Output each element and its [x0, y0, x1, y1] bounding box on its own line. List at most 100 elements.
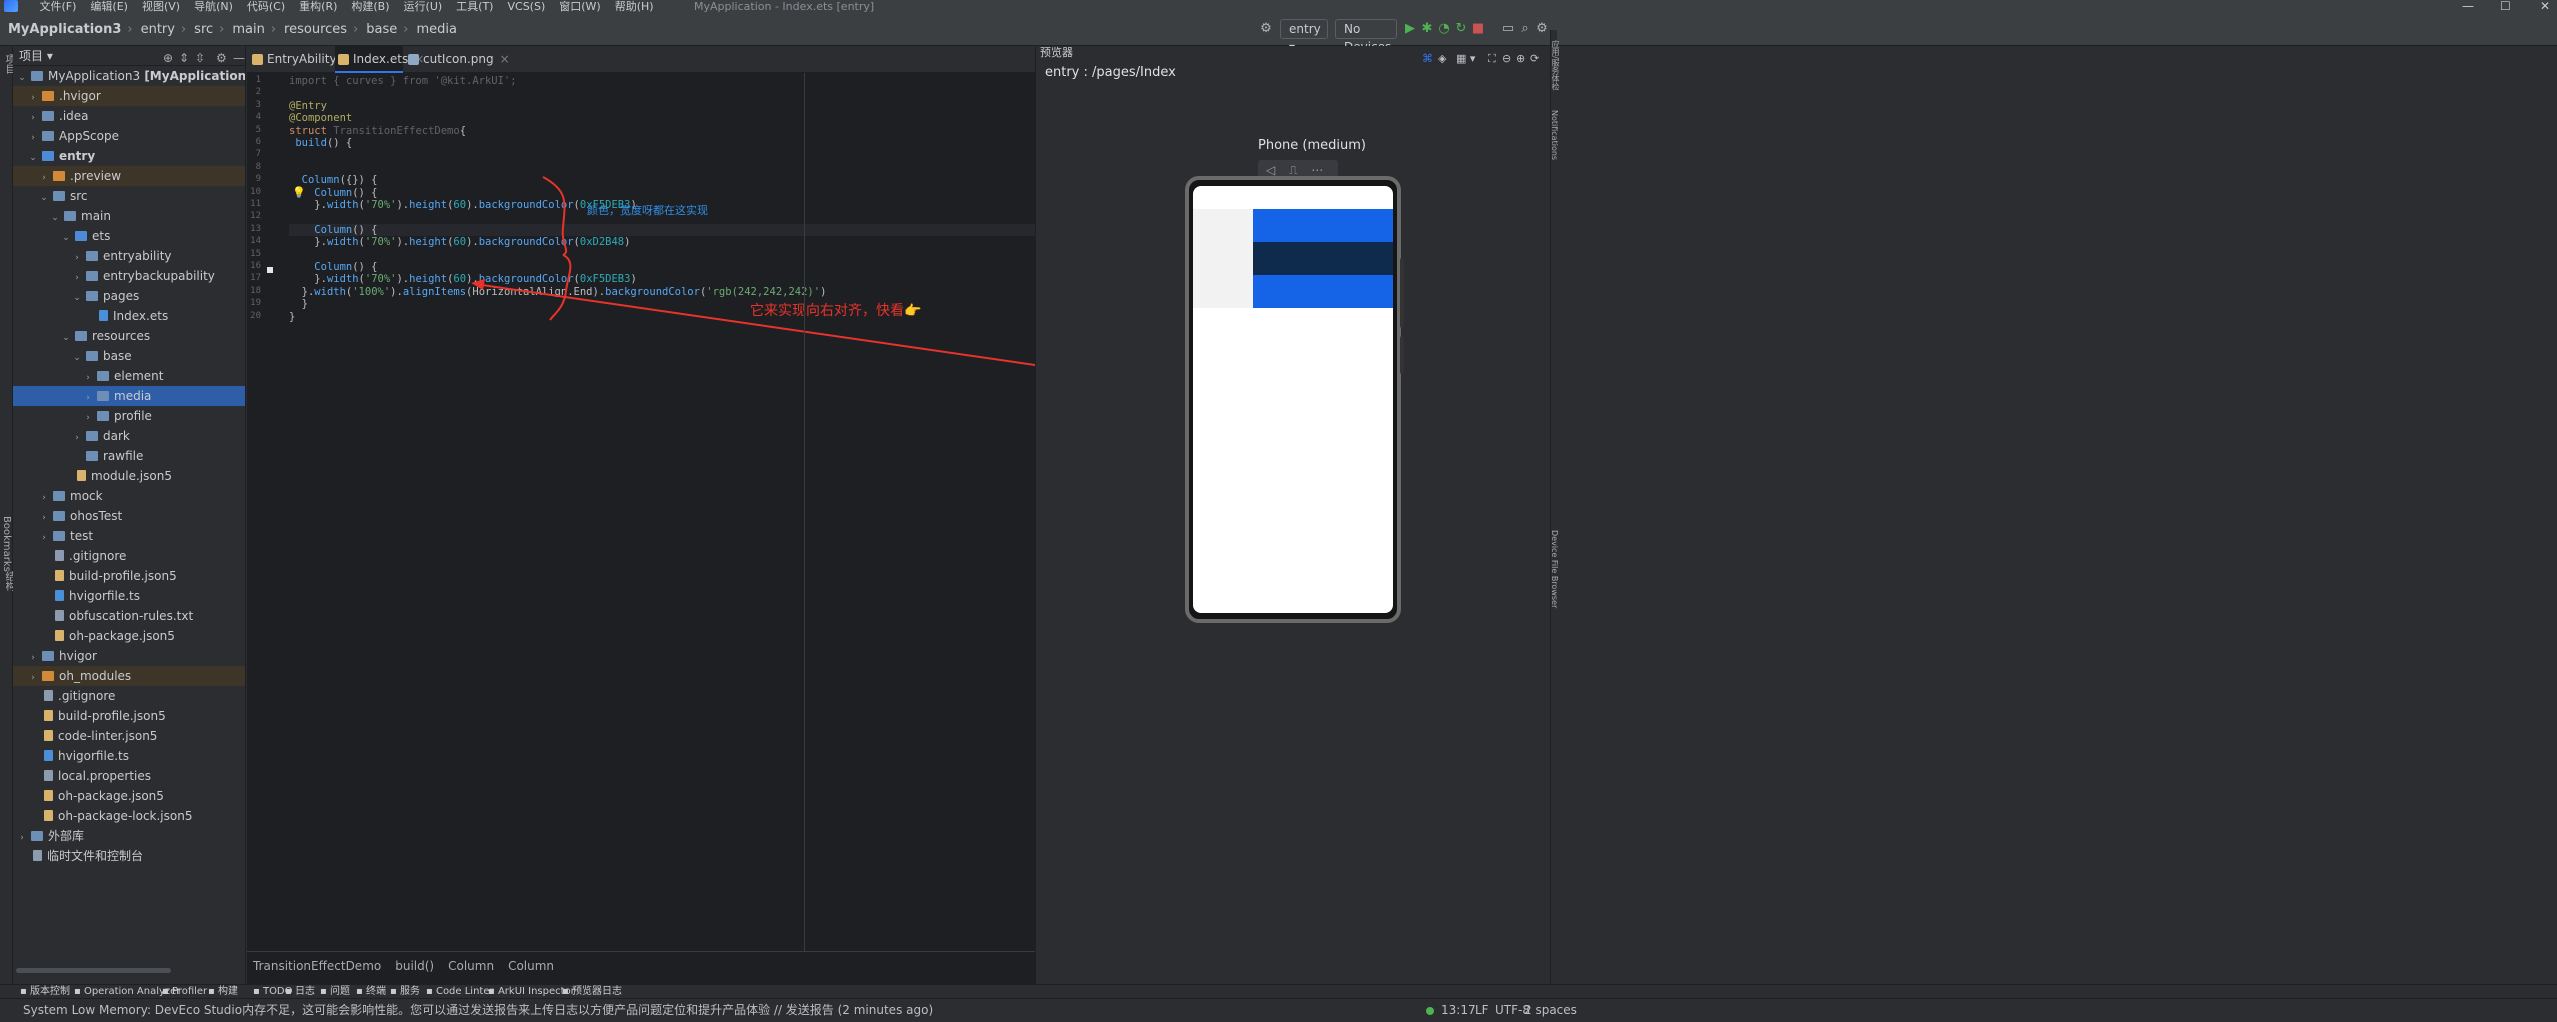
profile-icon[interactable]: ◔: [1436, 21, 1452, 37]
fit-icon[interactable]: ⛶: [1488, 52, 1496, 66]
breadcrumb-item[interactable]: entry: [141, 22, 175, 37]
tree-row[interactable]: module.json5: [13, 466, 245, 486]
editor-breadcrumb-item[interactable]: TransitionEffectDemo: [253, 959, 381, 973]
tree-row[interactable]: code-linter.json5: [13, 726, 245, 746]
bookmarks-tool-label[interactable]: Bookmarks: [1, 516, 12, 572]
tree-row[interactable]: Index.ets: [13, 306, 245, 326]
line-separator[interactable]: LF: [1475, 999, 1489, 1021]
tree-row[interactable]: › oh_modules: [13, 666, 245, 686]
indent-setting[interactable]: 2 spaces: [1524, 999, 1577, 1021]
grid-icon[interactable]: ▦ ▾: [1456, 52, 1475, 65]
debug-icon[interactable]: ✱: [1419, 21, 1435, 37]
gear-icon[interactable]: ⚙: [1258, 21, 1274, 37]
tree-row[interactable]: ⌄ main: [13, 206, 245, 226]
tree-row[interactable]: › mock: [13, 486, 245, 506]
zoom-out-icon[interactable]: ⊖: [1502, 52, 1511, 65]
chevron-right-icon[interactable]: ›: [83, 368, 93, 388]
toolwindow-button[interactable]: ▪ 服务: [390, 985, 420, 999]
menu-item[interactable]: 帮助(H): [615, 0, 654, 13]
chevron-right-icon[interactable]: ›: [39, 508, 49, 528]
editor-breadcrumb-item[interactable]: Column: [448, 959, 494, 973]
chevron-right-icon[interactable]: ›: [72, 248, 82, 268]
tree-row[interactable]: › entrybackupability: [13, 266, 245, 286]
chevron-right-icon[interactable]: ›: [83, 408, 93, 428]
chevron-down-icon[interactable]: ⌄: [50, 208, 60, 228]
toolwindow-button[interactable]: ▪ 日志: [285, 985, 315, 999]
breadcrumb-item[interactable]: src: [194, 22, 213, 37]
tree-row[interactable]: › media: [13, 386, 245, 406]
chevron-down-icon[interactable]: ⌄: [39, 188, 49, 208]
menu-item[interactable]: 重构(R): [299, 0, 337, 13]
rotate-icon[interactable]: ⟳: [1530, 52, 1539, 65]
back-icon[interactable]: ◁: [1266, 163, 1275, 177]
tree-row[interactable]: ⌄ pages: [13, 286, 245, 306]
status-message[interactable]: System Low Memory: DevEco Studio内存不足，这可能…: [23, 999, 933, 1021]
tree-row[interactable]: .gitignore: [13, 686, 245, 706]
tree-row[interactable]: › hvigor: [13, 646, 245, 666]
notifications-tool-label[interactable]: Notifications: [1550, 110, 1559, 160]
expand-all-icon[interactable]: ⇕: [179, 48, 189, 68]
close-tab-icon[interactable]: ×: [500, 52, 510, 66]
more-icon[interactable]: ⋯: [1311, 163, 1323, 177]
tree-row[interactable]: ⌄ entry: [13, 146, 245, 166]
tree-row[interactable]: ⌄ base: [13, 346, 245, 366]
collapse-all-icon[interactable]: ⇳: [195, 48, 205, 68]
tree-row[interactable]: › .hvigor: [13, 86, 245, 106]
chevron-right-icon[interactable]: ›: [39, 528, 49, 548]
menu-item[interactable]: 代码(C): [247, 0, 285, 13]
chevron-right-icon[interactable]: ›: [28, 108, 38, 128]
tree-row[interactable]: ⌄MyApplication3 [MyApplication]C:\Users\…: [13, 66, 245, 86]
tree-row[interactable]: .gitignore: [13, 546, 245, 566]
tab-index[interactable]: Index.ets ×: [335, 46, 424, 73]
chevron-right-icon[interactable]: ›: [28, 648, 38, 668]
chevron-right-icon[interactable]: ›: [28, 668, 38, 688]
module-select[interactable]: entry ▾: [1280, 19, 1328, 54]
menu-item[interactable]: 运行(U): [404, 0, 443, 13]
minimize-icon[interactable]: —: [2462, 0, 2474, 13]
toolwindow-button[interactable]: ▪ 终端: [356, 985, 386, 999]
chevron-right-icon[interactable]: ›: [17, 828, 27, 848]
tree-row[interactable]: › element: [13, 366, 245, 386]
menu-item[interactable]: 窗口(W): [559, 0, 600, 13]
toolwindow-button[interactable]: ▪ Code Linter: [426, 985, 494, 999]
search-icon[interactable]: ⌕: [1517, 21, 1533, 37]
horizontal-scrollbar[interactable]: [16, 968, 171, 973]
settings-icon[interactable]: ⚙: [1534, 21, 1550, 37]
menu-item[interactable]: 视图(V): [142, 0, 180, 13]
breadcrumb-item[interactable]: media: [416, 22, 457, 37]
tab-entryability[interactable]: EntryAbility.ets×: [249, 46, 373, 73]
chevron-right-icon[interactable]: ›: [39, 488, 49, 508]
tree-row[interactable]: oh-package.json5: [13, 786, 245, 806]
editor-breadcrumb-item[interactable]: Column: [508, 959, 554, 973]
close-icon[interactable]: ✕: [2540, 0, 2550, 13]
layers-icon[interactable]: ◈: [1438, 52, 1446, 65]
tree-row[interactable]: › AppScope: [13, 126, 245, 146]
tree-row[interactable]: › profile: [13, 406, 245, 426]
tree-row[interactable]: rawfile: [13, 446, 245, 466]
caret-position[interactable]: 13:17: [1441, 999, 1476, 1021]
tree-row[interactable]: › .preview: [13, 166, 245, 186]
tab-cuticon[interactable]: cutIcon.png ×: [405, 46, 510, 73]
chevron-down-icon[interactable]: ⌄: [28, 148, 38, 168]
toolwindow-button[interactable]: ▪ 版本控制: [20, 985, 70, 999]
tree-row[interactable]: › 外部库: [13, 826, 245, 846]
chevron-right-icon[interactable]: ›: [39, 168, 49, 188]
chevron-right-icon[interactable]: ›: [28, 128, 38, 148]
tree-row[interactable]: oh-package.json5: [13, 626, 245, 646]
tree-row[interactable]: ⌄ ets: [13, 226, 245, 246]
panel-settings-icon[interactable]: ⚙: [216, 48, 227, 68]
toolwindow-button[interactable]: ▪ Profiler: [162, 985, 207, 999]
run-icon[interactable]: ▶: [1402, 21, 1418, 37]
inspector-icon[interactable]: ⌘: [1422, 52, 1433, 65]
tree-row[interactable]: hvigorfile.ts: [13, 586, 245, 606]
tree-row[interactable]: › .idea: [13, 106, 245, 126]
tree-row[interactable]: › entryability: [13, 246, 245, 266]
chevron-right-icon[interactable]: ›: [83, 388, 93, 408]
device-select[interactable]: No Devices ▾: [1335, 19, 1397, 72]
menu-item[interactable]: VCS(S): [507, 0, 545, 13]
chevron-down-icon[interactable]: ⌄: [17, 68, 27, 88]
editor-breadcrumb-item[interactable]: build(): [395, 959, 434, 973]
menu-item[interactable]: 文件(F): [40, 0, 77, 13]
device-file-browser-label[interactable]: Device File Browser: [1550, 530, 1559, 608]
tree-row[interactable]: 临时文件和控制台: [13, 846, 245, 866]
